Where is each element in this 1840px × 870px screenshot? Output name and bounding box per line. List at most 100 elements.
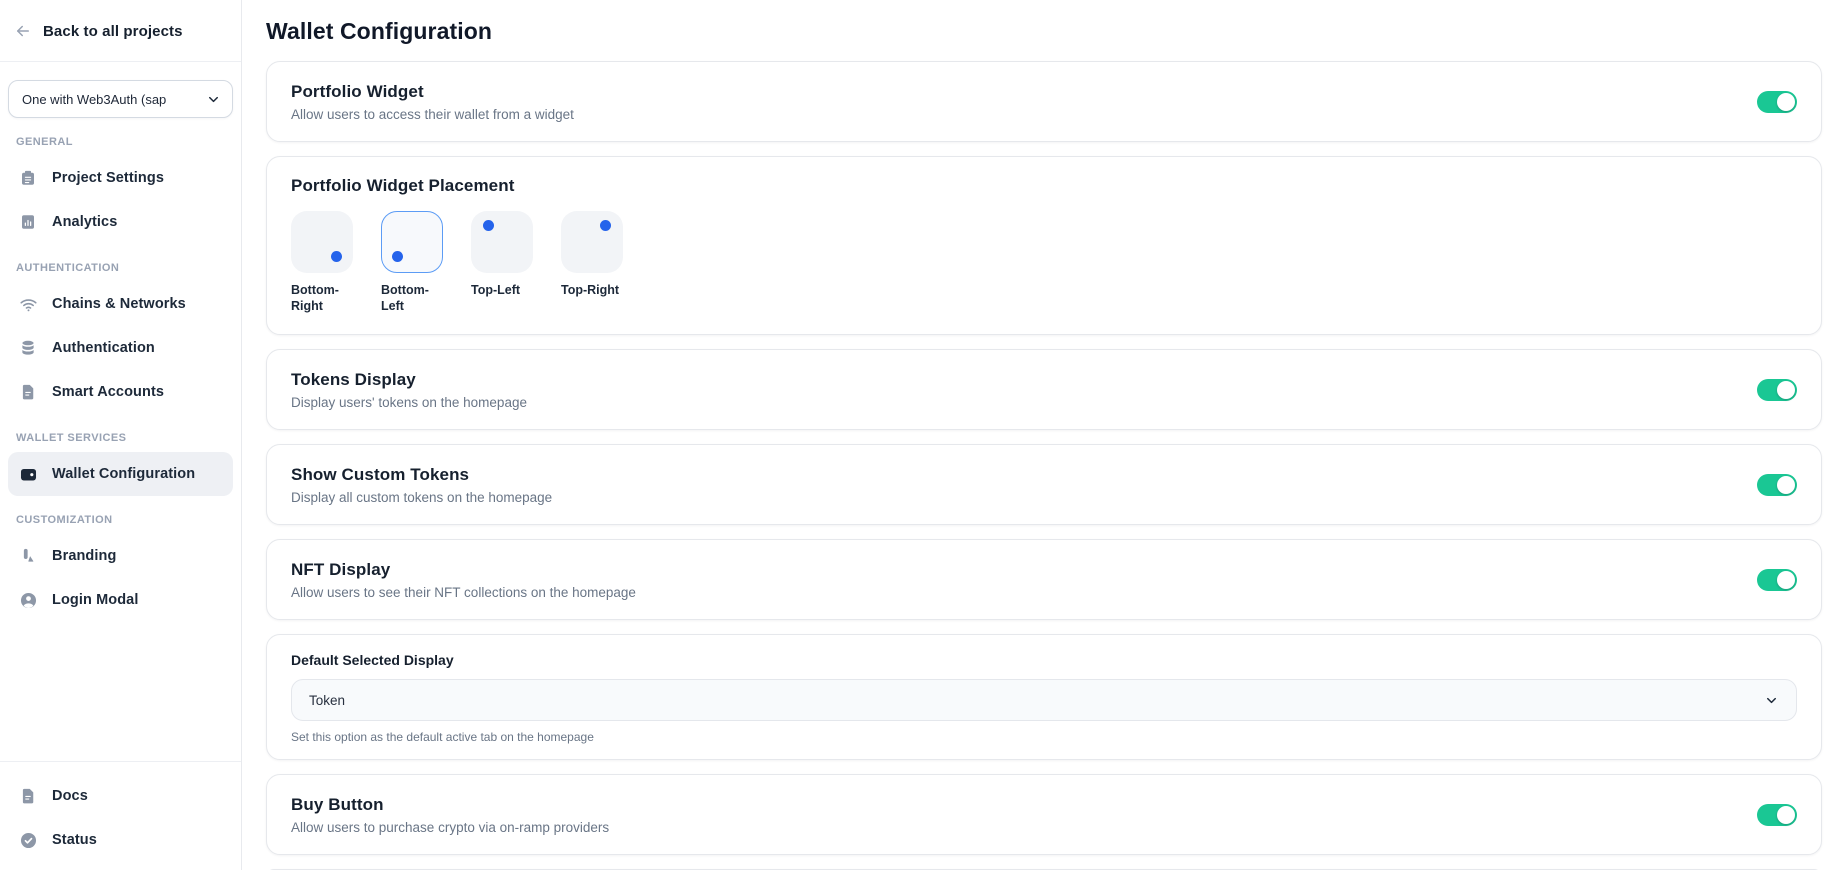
sidebar-item-label: Chains & Networks bbox=[52, 296, 186, 312]
card-title: NFT Display bbox=[291, 560, 636, 580]
sidebar-item-project-settings[interactable]: Project Settings bbox=[8, 156, 233, 200]
sidebar-item-analytics[interactable]: Analytics bbox=[8, 200, 233, 244]
sidebar-item-label: Project Settings bbox=[52, 170, 164, 186]
show-custom-tokens-toggle[interactable] bbox=[1757, 474, 1797, 496]
page-title: Wallet Configuration bbox=[266, 18, 1822, 45]
toggle-knob bbox=[1777, 476, 1795, 494]
sidebar-item-label: Smart Accounts bbox=[52, 384, 164, 400]
toggle-knob bbox=[1777, 93, 1795, 111]
project-selector-value: One with Web3Auth (sap bbox=[22, 92, 166, 107]
placement-options: Bottom-Right Bottom-Left Top-Left Top-Ri… bbox=[291, 211, 1797, 314]
tokens-display-card: Tokens Display Display users' tokens on … bbox=[266, 349, 1822, 430]
wallet-icon bbox=[18, 464, 38, 484]
toggle-knob bbox=[1777, 381, 1795, 399]
placement-dot bbox=[600, 220, 611, 231]
placement-option-bottom-right: Bottom-Right bbox=[291, 211, 357, 314]
sidebar-item-label: Status bbox=[52, 832, 97, 848]
doc-icon bbox=[18, 786, 38, 806]
card-title: Portfolio Widget Placement bbox=[291, 176, 1797, 196]
portfolio-widget-toggle[interactable] bbox=[1757, 91, 1797, 113]
card-subtitle: Allow users to purchase crypto via on-ra… bbox=[291, 820, 609, 835]
select-label: Default Selected Display bbox=[291, 652, 1797, 668]
placement-tile[interactable] bbox=[561, 211, 623, 273]
sidebar-item-label: Branding bbox=[52, 548, 116, 564]
brush-icon bbox=[18, 546, 38, 566]
clipboard-icon bbox=[18, 168, 38, 188]
chevron-down-icon bbox=[1764, 693, 1779, 708]
file-icon bbox=[18, 382, 38, 402]
card-title: Tokens Display bbox=[291, 370, 527, 390]
buy-button-card: Buy Button Allow users to purchase crypt… bbox=[266, 774, 1822, 855]
section-label-customization: CUSTOMIZATION bbox=[16, 514, 225, 526]
back-to-projects-link[interactable]: Back to all projects bbox=[0, 0, 241, 62]
nft-display-card: NFT Display Allow users to see their NFT… bbox=[266, 539, 1822, 620]
sidebar-item-authentication[interactable]: Authentication bbox=[8, 326, 233, 370]
sidebar-item-login-modal[interactable]: Login Modal bbox=[8, 578, 233, 622]
section-label-authentication: AUTHENTICATION bbox=[16, 262, 225, 274]
default-display-select[interactable]: Token bbox=[291, 679, 1797, 721]
sidebar-item-branding[interactable]: Branding bbox=[8, 534, 233, 578]
placement-dot bbox=[483, 220, 494, 231]
card-subtitle: Display all custom tokens on the homepag… bbox=[291, 490, 552, 505]
sidebar: Back to all projects One with Web3Auth (… bbox=[0, 0, 242, 870]
section-label-wallet-services: WALLET SERVICES bbox=[16, 432, 225, 444]
database-icon bbox=[18, 338, 38, 358]
placement-tile[interactable] bbox=[381, 211, 443, 273]
sidebar-item-chains-networks[interactable]: Chains & Networks bbox=[8, 282, 233, 326]
sidebar-item-wallet-configuration[interactable]: Wallet Configuration bbox=[8, 452, 233, 496]
nft-display-text: NFT Display Allow users to see their NFT… bbox=[291, 560, 636, 600]
show-custom-tokens-card: Show Custom Tokens Display all custom to… bbox=[266, 444, 1822, 525]
nft-display-toggle[interactable] bbox=[1757, 569, 1797, 591]
placement-card: Portfolio Widget Placement Bottom-Right … bbox=[266, 156, 1822, 335]
back-label: Back to all projects bbox=[43, 23, 183, 40]
card-title: Portfolio Widget bbox=[291, 82, 574, 102]
sidebar-item-smart-accounts[interactable]: Smart Accounts bbox=[8, 370, 233, 414]
toggle-knob bbox=[1777, 806, 1795, 824]
sidebar-item-label: Login Modal bbox=[52, 592, 138, 608]
buy-button-text: Buy Button Allow users to purchase crypt… bbox=[291, 795, 609, 835]
card-subtitle: Allow users to access their wallet from … bbox=[291, 107, 574, 122]
select-value: Token bbox=[309, 693, 345, 708]
placement-dot bbox=[392, 251, 403, 262]
portfolio-widget-text: Portfolio Widget Allow users to access t… bbox=[291, 82, 574, 122]
placement-option-top-left: Top-Left bbox=[471, 211, 537, 314]
placement-tile[interactable] bbox=[291, 211, 353, 273]
placement-option-top-right: Top-Right bbox=[561, 211, 627, 314]
analytics-icon bbox=[18, 212, 38, 232]
card-title: Show Custom Tokens bbox=[291, 465, 552, 485]
placement-label: Top-Left bbox=[471, 282, 537, 298]
sidebar-item-label: Wallet Configuration bbox=[52, 466, 195, 482]
tokens-display-text: Tokens Display Display users' tokens on … bbox=[291, 370, 527, 410]
sidebar-item-status[interactable]: Status bbox=[8, 818, 233, 862]
sidebar-nav: GENERAL Project Settings Analytics AUTHE… bbox=[0, 118, 241, 630]
placement-label: Bottom-Right bbox=[291, 282, 357, 314]
sidebar-footer: Docs Status bbox=[0, 761, 241, 870]
default-selected-display-card: Default Selected Display Token Set this … bbox=[266, 634, 1822, 760]
user-circle-icon bbox=[18, 590, 38, 610]
placement-tile[interactable] bbox=[471, 211, 533, 273]
placement-label: Top-Right bbox=[561, 282, 627, 298]
sidebar-item-label: Analytics bbox=[52, 214, 117, 230]
buy-button-toggle[interactable] bbox=[1757, 804, 1797, 826]
project-selector-dropdown[interactable]: One with Web3Auth (sap bbox=[8, 80, 233, 118]
main-content: Wallet Configuration Portfolio Widget Al… bbox=[242, 0, 1840, 870]
wifi-icon bbox=[18, 294, 38, 314]
card-subtitle: Display users' tokens on the homepage bbox=[291, 395, 527, 410]
arrow-left-icon bbox=[14, 22, 32, 40]
show-custom-tokens-text: Show Custom Tokens Display all custom to… bbox=[291, 465, 552, 505]
card-title: Buy Button bbox=[291, 795, 609, 815]
check-circle-icon bbox=[18, 830, 38, 850]
chevron-down-icon bbox=[206, 92, 221, 107]
card-subtitle: Allow users to see their NFT collections… bbox=[291, 585, 636, 600]
sidebar-item-docs[interactable]: Docs bbox=[8, 774, 233, 818]
placement-dot bbox=[331, 251, 342, 262]
sidebar-item-label: Docs bbox=[52, 788, 88, 804]
placement-option-bottom-left: Bottom-Left bbox=[381, 211, 447, 314]
placement-label: Bottom-Left bbox=[381, 282, 447, 314]
section-label-general: GENERAL bbox=[16, 136, 225, 148]
tokens-display-toggle[interactable] bbox=[1757, 379, 1797, 401]
portfolio-widget-card: Portfolio Widget Allow users to access t… bbox=[266, 61, 1822, 142]
sidebar-item-label: Authentication bbox=[52, 340, 155, 356]
toggle-knob bbox=[1777, 571, 1795, 589]
select-helper-text: Set this option as the default active ta… bbox=[291, 730, 1797, 744]
